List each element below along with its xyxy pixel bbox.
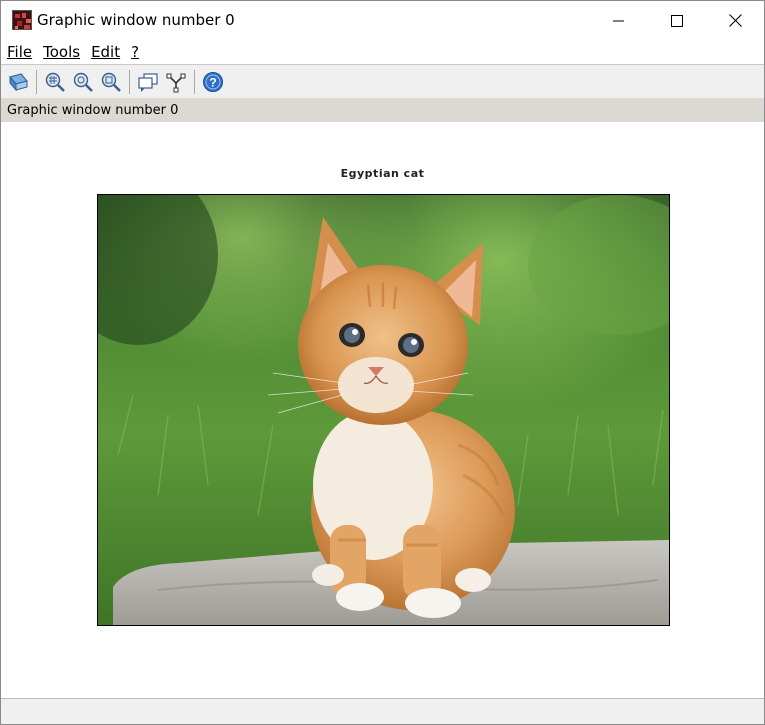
figure-window-icon [138,72,158,92]
figure-canvas[interactable]: Egyptian cat [1,122,764,698]
figure-window-button[interactable] [135,69,161,95]
menu-help-label: ? [131,43,140,61]
menu-file-label: File [7,43,33,61]
maximize-button[interactable] [648,1,706,40]
minimize-button[interactable] [590,1,648,40]
rotate-button[interactable] [5,69,31,95]
zoom-button[interactable] [98,69,124,95]
toolbar-separator [194,69,195,94]
zoom-original-icon [73,72,93,92]
app-icon [12,10,32,30]
minimize-icon [613,20,624,21]
menu-help[interactable]: ? [131,43,139,61]
info-bar: Graphic window number 0 [1,98,764,122]
help-icon: ? [203,71,223,92]
figure-title: Egyptian cat [340,167,425,180]
toolbar-separator [129,69,130,94]
kitten-photo [98,195,669,625]
close-button[interactable] [706,1,764,40]
window-title: Graphic window number 0 [37,11,235,29]
zoom-original-button[interactable] [70,69,96,95]
maximize-icon [671,14,683,27]
menu-edit[interactable]: Edit [91,43,120,61]
svg-text:?: ? [209,75,216,89]
menu-file[interactable]: File [7,43,32,61]
rotate-icon [9,72,28,91]
menu-bar: File Tools Edit ? [1,40,764,64]
graphic-window: Graphic window number 0 File Tools Edit … [0,0,765,725]
menu-tools[interactable]: Tools [43,43,80,61]
zoom-region-icon [45,72,65,92]
close-icon [728,14,742,27]
help-button[interactable]: ? [200,69,226,95]
cat-image [97,194,670,626]
title-bar[interactable]: Graphic window number 0 [1,1,764,40]
toolbar-separator [36,69,37,94]
menu-tools-label: Tools [43,43,81,61]
datatip-icon [166,73,186,92]
toolbar: ? [1,64,764,98]
zoom-icon [101,72,121,92]
zoom-region-button[interactable] [42,69,68,95]
menu-edit-label: Edit [91,43,121,61]
status-bar [1,698,764,724]
datatip-button[interactable] [163,69,189,95]
